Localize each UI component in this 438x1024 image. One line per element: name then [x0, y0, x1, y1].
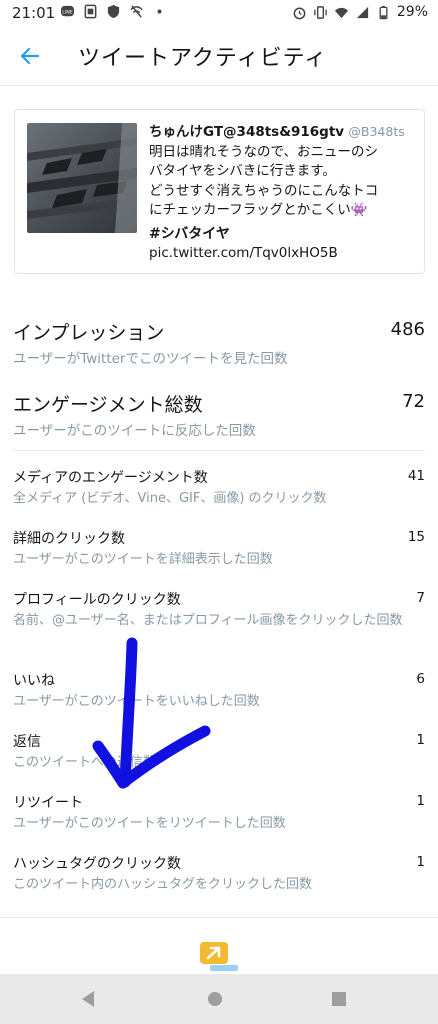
metric-description: 全メディア (ビデオ、Vine、GIF、画像) のクリック数 [13, 491, 327, 506]
metric-value: 15 [407, 529, 425, 545]
page-title: ツイートアクティビティ [78, 46, 328, 71]
metric-label: ハッシュタグのクリック数 [13, 856, 181, 872]
metric-retweets: リツイート 1 ユーザーがこのツイートをリツイートした回数 [0, 792, 438, 836]
metric-profile-clicks: プロフィールのクリック数 7 名前、@ユーザー名、またはプロフィール画像をクリッ… [0, 589, 438, 653]
svg-text:LINE: LINE [62, 9, 72, 15]
tweet-media-thumbnail[interactable] [27, 123, 137, 233]
tweet-text-line: にチェッカーフラッグとかこくい [149, 202, 351, 218]
metric-label: プロフィールのクリック数 [13, 592, 181, 608]
metric-description: ユーザーがTwitterでこのツイートを見た回数 [13, 351, 288, 367]
document-icon [84, 4, 97, 19]
promote-tweet-icon[interactable] [198, 940, 240, 974]
arrow-left-icon [20, 47, 40, 65]
metric-value: 486 [390, 319, 425, 340]
shield-icon [107, 4, 120, 19]
metric-description: ユーザーがこのツイートに反応した回数 [13, 423, 256, 439]
metric-value: 1 [416, 793, 425, 809]
alien-emoji: 👾 [350, 202, 368, 218]
metric-replies: 返信 1 このツイートへの返信数 [0, 731, 438, 775]
tweet-text-line: どうせすぐ消えちゃうのにこんなトコ [149, 182, 379, 199]
system-status-icons: 29% [292, 4, 428, 20]
metric-description: 名前、@ユーザー名、またはプロフィール画像をクリックした回数 [13, 613, 403, 628]
line-app-icon: LINE [60, 5, 75, 17]
tweet-author-name[interactable]: ちゅんけGT@348ts&916gtv [149, 124, 344, 140]
bottom-divider [0, 917, 438, 918]
tweet-text-line: 明日は晴れそうなので、おニューのシ [149, 143, 378, 160]
tweet-author-handle[interactable]: @B348ts [348, 124, 404, 139]
metric-description: ユーザーがこのツイートをいいねした回数 [13, 694, 260, 709]
signal-icon [356, 6, 368, 18]
metric-likes: いいね 6 ユーザーがこのツイートをいいねした回数 [0, 670, 438, 714]
metric-description: このツイート内のハッシュタグをクリックした回数 [13, 877, 313, 892]
metric-value: 7 [416, 590, 425, 606]
nav-home-icon[interactable] [204, 988, 226, 1010]
metric-label: リツイート [13, 795, 83, 811]
notification-icons: LINE [60, 4, 167, 19]
wifi-icon [334, 7, 348, 18]
battery-percent: 29% [396, 4, 428, 20]
metric-hashtag-clicks: ハッシュタグのクリック数 1 このツイート内のハッシュタグをクリックした回数 [0, 853, 438, 897]
metric-value: 6 [416, 671, 425, 687]
metric-detail-expands: 詳細のクリック数 15 ユーザーがこのツイートを詳細表示した回数 [0, 528, 438, 572]
metric-label: 返信 [13, 734, 41, 750]
system-navigation-bar [0, 974, 438, 1024]
tweet-hashtag-link[interactable]: #シバタイヤ [149, 225, 419, 245]
metric-media-engagements: メディアのエンゲージメント数 41 全メディア (ビデオ、Vine、GIF、画像… [0, 467, 438, 511]
metric-value: 1 [416, 854, 425, 870]
tweet-card[interactable]: ちゅんけGT@348ts&916gtv @B348ts 明日は晴れそうなので、お… [14, 109, 425, 274]
metric-value: 41 [407, 468, 425, 484]
metric-label: メディアのエンゲージメント数 [13, 470, 208, 486]
wifi-off-icon [130, 5, 143, 18]
metric-description: ユーザーがこのツイートを詳細表示した回数 [13, 552, 273, 567]
metric-label: エンゲージメント総数 [13, 394, 203, 416]
metric-label: いいね [13, 673, 55, 689]
tire-photo-image [27, 123, 137, 233]
metric-total-engagements: エンゲージメント総数 72 ユーザーがこのツイートに反応した回数 [0, 390, 438, 439]
app-header: ツイートアクティビティ [0, 26, 438, 86]
dot-icon [157, 9, 162, 14]
metric-value: 72 [402, 391, 425, 412]
metric-description: このツイートへの返信数 [13, 755, 157, 770]
nav-back-icon[interactable] [78, 988, 100, 1010]
metric-label: 詳細のクリック数 [13, 531, 125, 547]
metric-description: ユーザーがこのツイートをリツイートした回数 [13, 816, 286, 831]
tweet-media-link[interactable]: pic.twitter.com/Tqv0lxHO5B [149, 244, 419, 264]
section-divider [13, 450, 425, 451]
metric-value: 1 [416, 732, 425, 748]
battery-icon [379, 5, 388, 19]
status-time: 21:01 [12, 4, 56, 22]
tweet-text-line: バタイヤをシバきに行きます。 [149, 163, 336, 179]
back-button[interactable] [14, 40, 46, 72]
metric-impressions: インプレッション 486 ユーザーがTwitterでこのツイートを見た回数 [0, 318, 438, 367]
status-bar: 21:01 LINE 29% [0, 0, 438, 26]
nav-recents-icon[interactable] [328, 988, 350, 1010]
metric-label: インプレッション [13, 322, 165, 344]
alarm-icon [293, 7, 306, 19]
tweet-text-block: ちゅんけGT@348ts&916gtv @B348ts 明日は晴れそうなので、お… [149, 122, 419, 264]
vibrate-icon [314, 5, 327, 19]
